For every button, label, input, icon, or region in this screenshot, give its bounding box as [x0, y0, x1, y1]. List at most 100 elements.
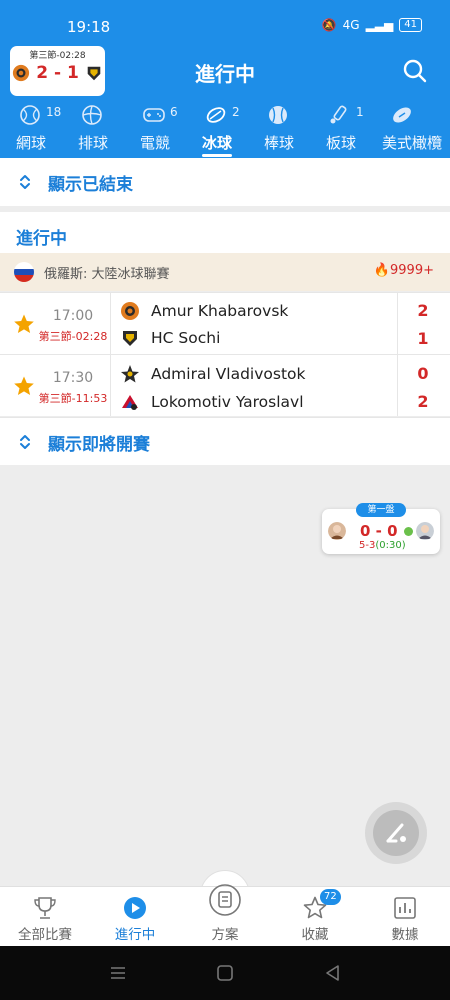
team-name: Admiral Vladivostok [151, 365, 306, 383]
home-icon[interactable] [216, 964, 234, 982]
home-team: Admiral Vladivostok [120, 362, 306, 386]
bar-chart-icon [394, 897, 416, 919]
away-team: Lokomotiv Yaroslavl [120, 390, 304, 414]
league-name: 俄羅斯: 大陸冰球聯賽 [44, 266, 170, 282]
tab-label: 板球 [325, 134, 356, 152]
tab-all-matches[interactable]: 全部比賽 [0, 887, 90, 946]
game-score: 5-3(0:30) [359, 540, 406, 551]
tab-baseball[interactable]: 棒球 [248, 100, 310, 158]
tab-tennis[interactable]: 18 網球 [0, 100, 62, 158]
team-name: HC Sochi [151, 329, 221, 347]
tab-ice-hockey[interactable]: 2 冰球 [186, 100, 248, 158]
tab-cricket[interactable]: 1 板球 [310, 100, 372, 158]
divider [397, 293, 398, 354]
player-avatar [416, 522, 434, 540]
system-navigation-bar [0, 946, 450, 1000]
tab-volleyball[interactable]: 排球 [62, 100, 124, 158]
search-icon[interactable] [402, 58, 428, 84]
baseball-icon [269, 106, 287, 124]
battery-icon: 41 [399, 18, 422, 32]
back-icon[interactable] [324, 964, 342, 982]
tab-label: 數據 [391, 927, 419, 943]
floating-action-button[interactable] [365, 802, 427, 864]
match-row[interactable]: 17:30 第三節-11:53 Admiral Vladivostok Loko… [0, 354, 450, 416]
live-section-header [0, 212, 450, 253]
favorite-star-icon[interactable] [13, 313, 35, 335]
gamepad-icon [143, 108, 165, 122]
sports-tab-bar: 18 網球 排球 6 電競 2 冰球 棒球 1 板球 美式橄欖 [0, 100, 450, 158]
tab-label: 收藏 [301, 927, 329, 943]
away-team: HC Sochi [120, 326, 220, 350]
expand-chevrons-icon [20, 175, 30, 189]
hockey-puck-icon [206, 107, 226, 123]
tab-count: 2 [232, 105, 240, 119]
game-score-main: 5-3 [359, 540, 376, 551]
match-live-status: 第三節-02:28 [38, 330, 108, 343]
show-upcoming-label: 顯示即將開賽 [48, 434, 150, 455]
match-row[interactable]: 17:00 第三節-02:28 Amur Khabarovsk HC Sochi… [0, 292, 450, 354]
divider [110, 293, 111, 354]
menu-icon[interactable] [109, 964, 127, 982]
match-start-time: 17:00 [52, 308, 94, 324]
fire-icon: 🔥 [373, 263, 391, 278]
tab-label: 方案 [211, 927, 239, 943]
hot-count-value: 9999+ [390, 263, 434, 278]
favorite-star-icon[interactable] [13, 375, 35, 397]
active-tab-indicator [202, 154, 232, 157]
team-name: Amur Khabarovsk [151, 302, 289, 320]
tab-label: 網球 [15, 134, 46, 152]
tab-american-football[interactable]: 美式橄欖 [372, 100, 450, 158]
tennis-ball-icon [20, 105, 40, 125]
tiger-team-logo-icon [121, 302, 139, 320]
tab-label: 棒球 [263, 134, 294, 152]
game-score-point: (0:30) [375, 540, 406, 551]
tab-favorites[interactable]: 收藏 [270, 887, 360, 946]
divider [397, 355, 398, 416]
home-team: Amur Khabarovsk [120, 299, 288, 323]
bottom-tab-bar: 全部比賽 進行中 方案 收藏 數據 [0, 884, 450, 946]
app-header: 19:18 🔕 4G ▂▃▅ 41 第三節-02:28 2 - 1 進行中 18… [0, 0, 450, 158]
tab-label: 冰球 [201, 134, 232, 152]
league-row[interactable]: 俄羅斯: 大陸冰球聯賽 🔥9999+ [0, 253, 450, 291]
tab-count: 18 [46, 105, 62, 119]
favorites-badge: 72 [320, 889, 341, 905]
match-live-status: 第三節-11:53 [38, 392, 108, 405]
hockey-shot-icon [386, 823, 406, 843]
home-score: 2 [417, 301, 429, 320]
volleyball-icon [82, 105, 102, 125]
locomotive-team-logo-icon [122, 395, 138, 410]
tab-label: 美式橄欖 [381, 134, 442, 152]
show-finished-row[interactable]: 顯示已結束 [0, 158, 450, 206]
tab-data[interactable]: 數據 [360, 887, 450, 946]
tab-esports[interactable]: 6 電競 [124, 100, 186, 158]
network-label: 4G [342, 18, 360, 32]
leopard-team-logo-icon [123, 331, 137, 346]
tab-count: 1 [356, 105, 364, 119]
mute-icon: 🔕 [321, 18, 337, 32]
cricket-bat-icon [330, 105, 347, 124]
away-score: 1 [417, 329, 429, 348]
team-name: Lokomotiv Yaroslavl [151, 393, 304, 411]
show-finished-label: 顯示已結束 [48, 174, 133, 195]
russia-flag-icon [14, 262, 34, 282]
tab-plans[interactable]: 方案 [180, 884, 270, 946]
page-title: 進行中 [195, 62, 255, 86]
section-title: 進行中 [16, 229, 67, 249]
floating-live-card[interactable]: 第一盤 0 - 0 5-3(0:30) [322, 503, 440, 554]
trophy-icon [34, 897, 56, 919]
tab-live[interactable]: 進行中 [90, 887, 180, 946]
play-circle-icon [124, 897, 146, 919]
hot-count: 🔥9999+ [374, 263, 434, 278]
tab-label: 全部比賽 [18, 927, 72, 943]
tab-label: 電競 [139, 134, 170, 152]
player-avatar [328, 522, 346, 540]
serving-indicator-icon [404, 527, 413, 536]
away-score: 2 [417, 392, 429, 411]
american-football-icon [393, 107, 411, 123]
tab-label: 進行中 [114, 927, 156, 943]
document-icon [209, 884, 241, 916]
signal-icon: ▂▃▅ [365, 18, 394, 32]
status-icons: 🔕 4G ▂▃▅ 41 [322, 18, 422, 32]
tab-label: 排球 [77, 134, 108, 152]
show-upcoming-row[interactable]: 顯示即將開賽 [0, 417, 450, 465]
